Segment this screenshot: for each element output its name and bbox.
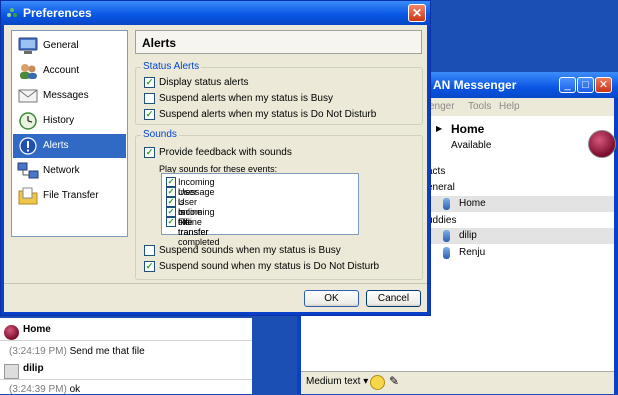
nav-label: Messages <box>43 90 89 101</box>
nav-label: History <box>43 115 75 126</box>
checkbox-box: ✓ <box>166 197 176 207</box>
panel-title: Alerts <box>142 36 177 50</box>
envelope-icon <box>18 89 38 103</box>
checkbox-label: Suspend sounds when my status is Busy <box>159 245 341 256</box>
chat-timestamp: (3:24:39 PM) <box>9 384 67 395</box>
checkbox-box: ✓ <box>166 217 176 227</box>
cancel-button[interactable]: Cancel <box>366 290 421 307</box>
attach-icon[interactable]: ✎ <box>389 374 399 388</box>
clock-icon <box>19 112 37 130</box>
nav-item-messages[interactable]: Messages <box>13 84 126 108</box>
avatar <box>4 364 19 379</box>
chat-sender: dilip <box>23 363 44 374</box>
contact-row[interactable]: dilip <box>427 228 614 244</box>
checkbox-label: Suspend alerts when my status is Do Not … <box>159 109 377 120</box>
checkbox-box: ✓ <box>144 109 155 120</box>
checkbox-box <box>144 93 155 104</box>
status-dropdown-icon[interactable]: ▶ <box>436 124 442 133</box>
chat-sender: Home <box>23 324 51 335</box>
nav-label: File Transfer <box>43 190 99 201</box>
group-buddies[interactable]: uddies <box>427 215 456 226</box>
checkbox-box: ✓ <box>166 177 176 187</box>
preferences-dialog: Preferences ✕ General Account Messages H… <box>0 0 431 316</box>
nav-label: General <box>43 40 79 51</box>
contact-row[interactable]: Home <box>427 196 614 212</box>
my-status[interactable]: Available <box>451 140 491 151</box>
checkbox-label: Suspend sound when my status is Do Not D… <box>159 261 380 272</box>
checkbox-label: Display status alerts <box>159 77 249 88</box>
ok-button[interactable]: OK <box>304 290 359 307</box>
menu-help[interactable]: Help <box>499 98 520 116</box>
checkbox-box <box>144 245 155 256</box>
nav-item-file-transfer[interactable]: File Transfer <box>13 184 126 208</box>
my-name: Home <box>451 122 485 136</box>
chat-window: Home (3:24:19 PM) Send me that file dili… <box>0 318 252 395</box>
divider <box>4 283 427 284</box>
lan-title: AN Messenger <box>433 78 517 92</box>
checkbox-label: Suspend alerts when my status is Busy <box>159 93 333 104</box>
nav-item-history[interactable]: History <box>13 109 126 133</box>
event-label: File transfer completed <box>178 217 220 247</box>
chat-timestamp: (3:24:19 PM) <box>9 346 67 357</box>
checkbox-box: ✓ <box>144 147 155 158</box>
contact-name: Renju <box>459 247 486 258</box>
user-icon <box>443 247 450 259</box>
minimize-button[interactable]: _ <box>559 77 576 93</box>
nav-item-alerts[interactable]: Alerts <box>13 134 126 158</box>
preferences-title-bar[interactable]: Preferences ✕ <box>1 1 430 25</box>
group-general[interactable]: eneral <box>427 182 455 193</box>
nav-label: Network <box>43 165 80 176</box>
nav-label: Account <box>43 65 80 76</box>
font-size-select[interactable]: Medium text ▾ <box>306 376 368 387</box>
preferences-client: General Account Messages History Alerts … <box>4 25 427 312</box>
chat-text: Send me that file <box>69 346 145 357</box>
nav-item-account[interactable]: Account <box>13 59 126 83</box>
smiley-icon[interactable] <box>370 375 385 390</box>
dialog-title: Preferences <box>23 6 92 20</box>
chat-text: ok <box>69 384 81 395</box>
chat-message: (3:24:39 PM) ok <box>9 384 80 395</box>
close-button[interactable]: ✕ <box>408 4 426 22</box>
sound-events-list: ✓ Incoming message ✓ User is online ✓ User … <box>161 173 359 247</box>
maximize-button[interactable]: □ <box>577 77 594 93</box>
divider <box>0 379 252 380</box>
checkbox-label: Provide feedback with sounds <box>159 147 292 158</box>
app-icon <box>7 8 17 17</box>
chat-format-toolbar: Medium text ▾ ✎ <box>301 371 614 394</box>
alert-icon <box>19 137 37 155</box>
font-size-value: Medium text <box>306 376 361 387</box>
menu-messenger[interactable]: enger <box>429 98 455 116</box>
checkbox-box: ✓ <box>144 77 155 88</box>
group-label: Sounds <box>141 129 179 140</box>
checkbox-box: ✓ <box>166 187 176 197</box>
contact-name: Home <box>459 198 486 209</box>
contact-row[interactable]: Renju <box>427 245 614 261</box>
my-avatar[interactable] <box>588 130 616 158</box>
nav-item-network[interactable]: Network <box>13 159 126 183</box>
divider <box>0 340 252 341</box>
nav-label: Alerts <box>43 140 69 151</box>
close-button[interactable]: ✕ <box>595 77 612 93</box>
user-icon <box>443 230 450 242</box>
contact-name: dilip <box>459 230 477 241</box>
chat-message: (3:24:19 PM) Send me that file <box>9 346 145 357</box>
nav-item-general[interactable]: General <box>13 34 126 58</box>
checkbox-box: ✓ <box>166 207 176 217</box>
user-icon <box>443 198 450 210</box>
network-icon <box>17 162 39 179</box>
menu-tools[interactable]: Tools <box>468 98 491 116</box>
monitor-icon <box>18 37 38 54</box>
checkbox-box: ✓ <box>144 261 155 272</box>
group-label: Status Alerts <box>141 61 202 72</box>
users-icon <box>20 64 37 79</box>
panel-header: Alerts <box>135 30 422 54</box>
category-list: General Account Messages History Alerts … <box>11 30 128 237</box>
folder-icon <box>18 187 38 205</box>
avatar <box>4 325 19 340</box>
